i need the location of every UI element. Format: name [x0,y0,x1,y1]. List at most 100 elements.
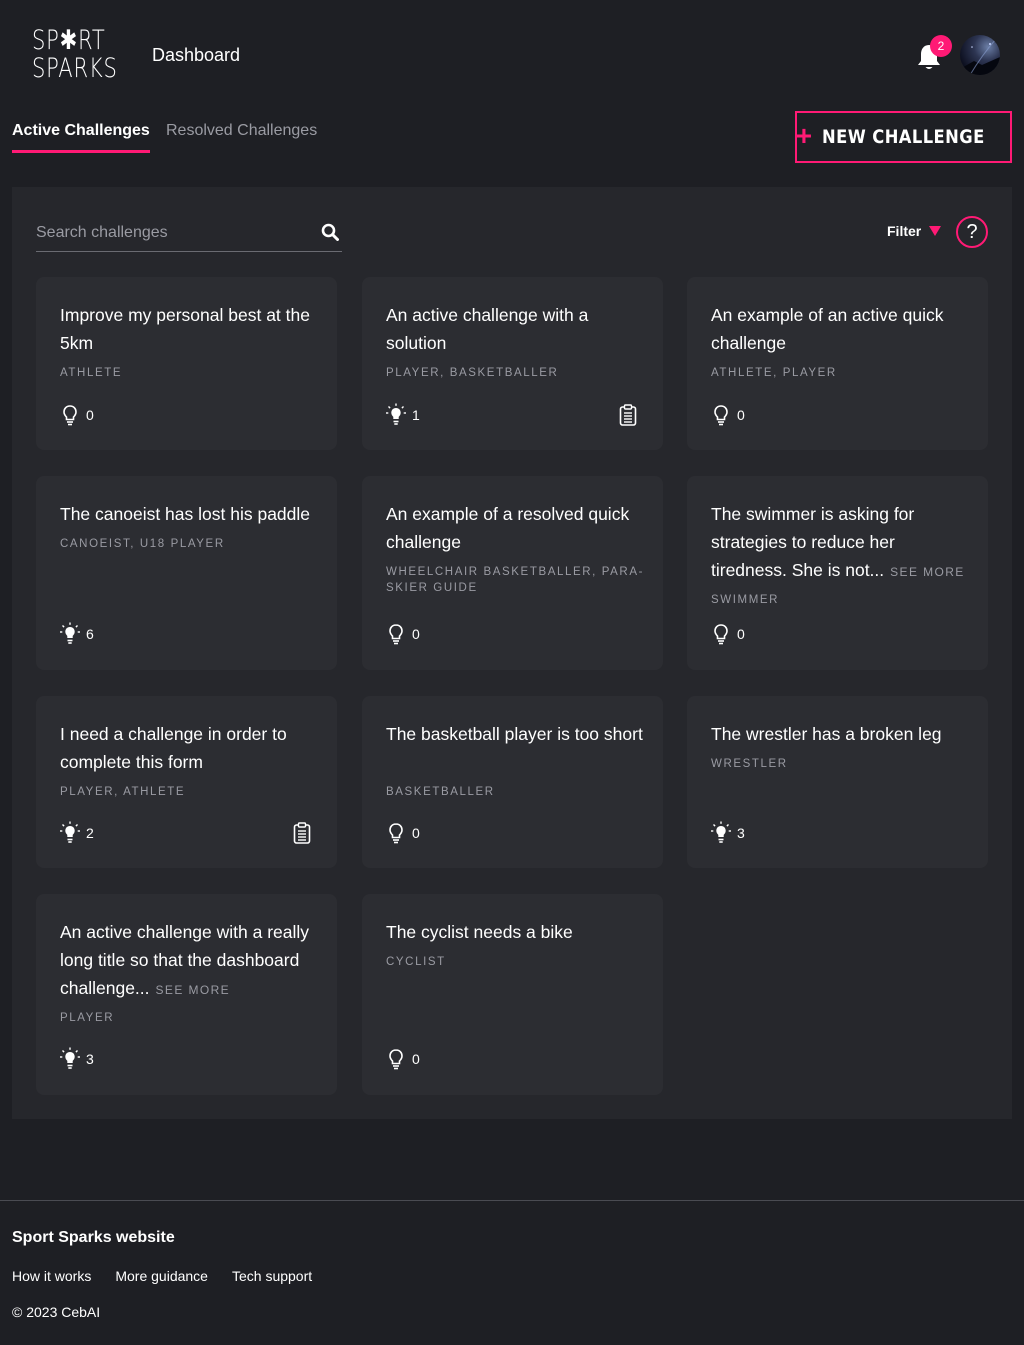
ideas-count-value: 3 [86,1051,94,1067]
challenge-title: An active challenge with a really long t… [60,918,320,1004]
lightbulb-lit-icon [60,622,80,644]
ideas-count: 3 [60,1047,94,1071]
challenge-tags: WRESTLER [711,758,788,770]
ideas-count: 0 [711,403,745,427]
ideas-count-value: 1 [412,407,420,423]
ideas-count: 0 [386,1047,420,1071]
challenge-tags: ATHLETE, PLAYER [711,367,837,379]
filter-dropdown[interactable]: Filter [887,223,942,239]
challenge-card[interactable]: An example of an active quick challenge A… [687,277,988,450]
challenge-title: The swimmer is asking for strategies to … [711,500,971,586]
ideas-count-value: 0 [412,825,420,841]
challenge-title: An example of an active quick challenge [711,301,971,357]
challenge-title: The canoeist has lost his paddle [60,500,320,528]
challenge-card[interactable]: The wrestler has a broken leg WRESTLER 3 [687,696,988,868]
challenge-tags: PLAYER [60,1012,115,1024]
footer-title: Sport Sparks website [12,1229,175,1246]
challenge-card[interactable]: An active challenge with a solution PLAYE… [362,277,663,450]
challenge-tags: PLAYER, BASKETBALLER [386,367,559,379]
challenge-tags: CANOEIST, U18 PLAYER [60,538,225,550]
tab-resolved-challenges[interactable]: Resolved Challenges [166,122,317,150]
clipboard-icon [293,822,311,844]
ideas-count-value: 0 [86,407,94,423]
footer-links: How it works More guidance Tech support [12,1268,312,1284]
lightbulb-icon [389,1049,403,1070]
see-more-link[interactable]: SEE MORE [890,565,965,579]
footer-link-tech-support[interactable]: Tech support [232,1268,312,1284]
lightbulb-icon [389,624,403,645]
challenge-tags: SWIMMER [711,594,780,606]
ideas-count: 0 [386,821,420,845]
lightbulb-lit-icon [386,403,406,425]
challenge-card[interactable]: An active challenge with a really long t… [36,894,337,1095]
ideas-count: 0 [60,403,94,427]
search-input[interactable] [36,221,306,245]
challenge-title-text: An active challenge with a solution [386,305,589,353]
challenge-title: Improve my personal best at the 5km [60,301,320,357]
ideas-count-value: 2 [86,825,94,841]
ideas-count-value: 6 [86,626,94,642]
header: SP✱RT SPARKS Dashboard 2 [0,0,1024,110]
challenge-title-text: The canoeist has lost his paddle [60,504,311,524]
see-more-link[interactable]: SEE MORE [156,983,231,997]
notification-count-badge: 2 [930,35,952,57]
challenge-title: An active challenge with a solution [386,301,646,357]
clipboard-icon [619,404,637,426]
ideas-count-value: 0 [737,407,745,423]
tab-active-challenges[interactable]: Active Challenges [12,122,150,153]
challenge-tags: CYCLIST [386,956,446,968]
lightbulb-icon [389,823,403,844]
lightbulb-icon [714,405,728,426]
ideas-count: 3 [711,821,745,845]
challenge-title-text: The wrestler has a broken leg [711,724,942,744]
challenge-title: The cyclist needs a bike [386,918,646,946]
challenge-card[interactable]: Improve my personal best at the 5km ATHLE… [36,277,337,450]
challenge-title-text: The swimmer is asking for strategies to … [711,504,915,580]
challenge-title: I need a challenge in order to complete … [60,720,320,776]
challenge-card[interactable]: An example of a resolved quick challenge… [362,476,663,670]
challenge-tags: BASKETBALLER [386,786,495,798]
challenge-tags: PLAYER, ATHLETE [60,786,186,798]
challenge-card[interactable]: The cyclist needs a bike CYCLIST 0 [362,894,663,1095]
ideas-count-value: 0 [412,626,420,642]
challenge-card[interactable]: I need a challenge in order to complete … [36,696,337,868]
avatar[interactable] [960,35,1000,75]
avatar-image [960,38,1000,75]
ideas-count: 1 [386,403,420,427]
challenge-tags: WHEELCHAIR BASKETBALLER, PARA-SKIER GUID… [386,566,645,594]
plus-icon: + [795,119,813,151]
lightbulb-icon [63,405,77,426]
search-icon[interactable] [321,223,339,241]
new-challenge-button[interactable]: + NEW CHALLENGE [795,111,1012,163]
challenge-title-text: Improve my personal best at the 5km [60,305,310,353]
challenge-card[interactable]: The swimmer is asking for strategies to … [687,476,988,670]
help-button[interactable]: ? [956,216,988,248]
sport-sparks-logo[interactable]: SP✱RT SPARKS [32,25,117,85]
ideas-count-value: 0 [412,1051,420,1067]
logo-line-1: SP✱RT [32,25,106,56]
filter-label: Filter [887,223,922,239]
ideas-count: 2 [60,821,94,845]
page-title: Dashboard [152,45,241,65]
ideas-count: 6 [60,622,94,646]
footer-link-how-it-works[interactable]: How it works [12,1268,91,1284]
challenge-title: The wrestler has a broken leg [711,720,971,748]
footer-link-more-guidance[interactable]: More guidance [115,1268,208,1284]
challenge-card[interactable]: The basketball player is too short BASKET… [362,696,663,868]
new-challenge-label: NEW CHALLENGE [822,126,985,148]
search-box [36,215,342,252]
challenge-title-text: An example of an active quick challenge [711,305,944,353]
challenge-title-text: The basketball player is too short [386,724,643,744]
footer-divider [0,1200,1024,1201]
ideas-count: 0 [386,622,420,646]
copyright: © 2023 CebAI [12,1304,101,1320]
challenge-title-text: I need a challenge in order to complete … [60,724,287,772]
challenge-tags: ATHLETE [60,367,123,379]
challenge-card[interactable]: The canoeist has lost his paddle CANOEIST… [36,476,337,670]
lightbulb-lit-icon [60,821,80,843]
challenge-title-text: The cyclist needs a bike [386,922,573,942]
lightbulb-lit-icon [711,821,731,843]
lightbulb-icon [714,624,728,645]
lightbulb-lit-icon [60,1047,80,1069]
caret-down-icon [929,226,942,236]
